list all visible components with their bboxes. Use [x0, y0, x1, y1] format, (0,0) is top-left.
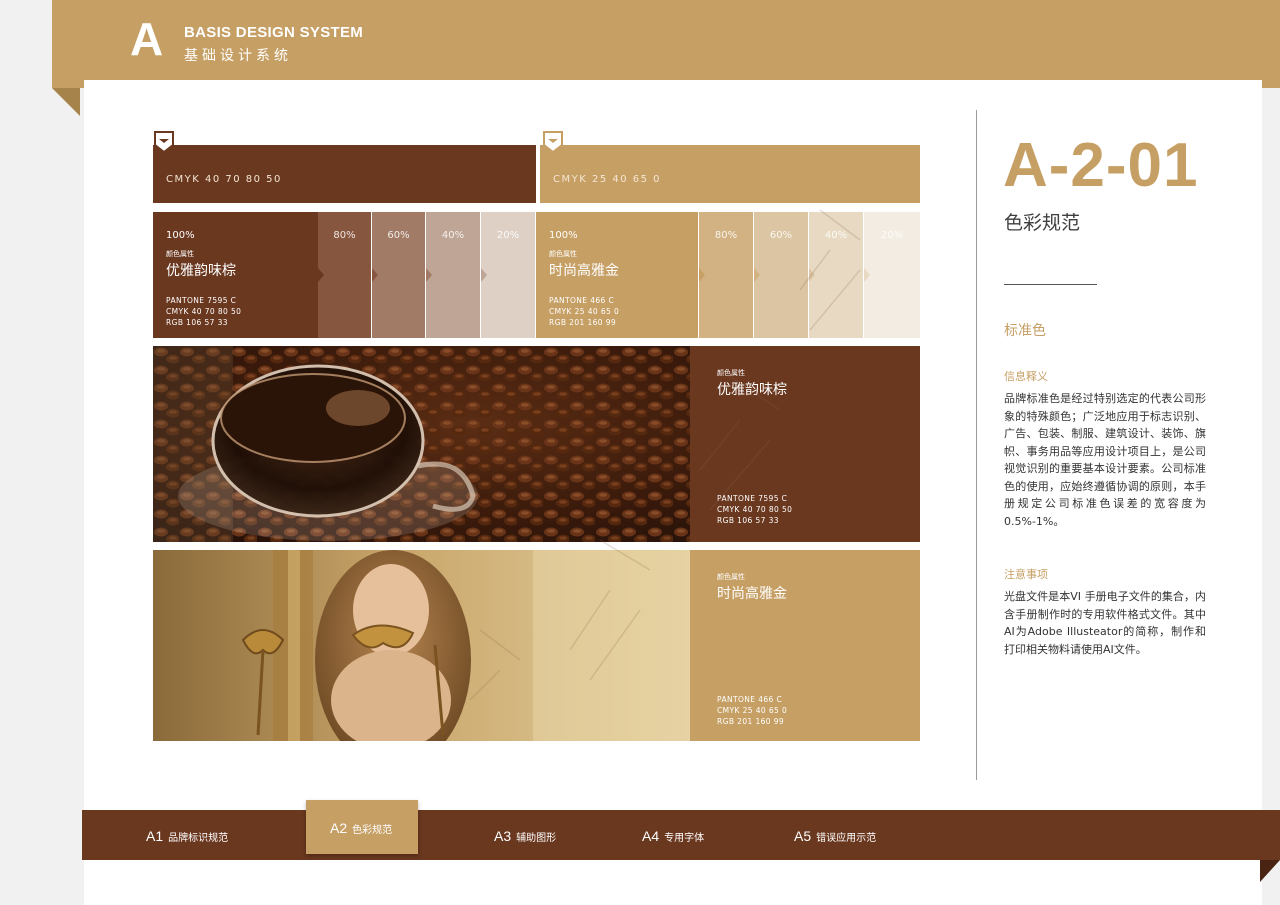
nav-item-a1-label: 品牌标识规范 [168, 833, 229, 844]
coffee-photo [153, 346, 690, 542]
nav-item-a3-num: A3 [494, 828, 512, 844]
header-fold [52, 88, 80, 116]
tint-gold-attr-label: 颜色属性 [549, 250, 577, 258]
tint-brown-notch [426, 268, 432, 282]
tint-brown-attr-label: 颜色属性 [166, 250, 194, 258]
tint-brown-40: 40% [426, 212, 480, 338]
nav-item-a5[interactable]: A5 错误应用示范 [794, 826, 876, 845]
nav-item-a4-num: A4 [642, 828, 660, 844]
coffee-photo-image [153, 346, 690, 542]
note-label: 注意事项 [1004, 568, 1048, 581]
nav-item-a5-num: A5 [794, 828, 812, 844]
tint-brown-notch [318, 268, 324, 282]
tint-brown-rgb: RGB 106 57 33 [166, 318, 228, 327]
tint-gold-80-pct: 80% [714, 230, 738, 241]
header-band [52, 0, 1280, 88]
tint-brown-notch [481, 268, 487, 282]
tint-brown-pantone: PANTONE 7595 C [166, 296, 237, 305]
coffee-attr-label: 颜色属性 [717, 369, 745, 377]
tint-brown-40-pct: 40% [441, 230, 465, 241]
tint-gold-notch [864, 268, 870, 282]
nav-item-a2-num: A2 [330, 820, 348, 836]
swatch-gold-cmyk: CMYK 25 40 65 0 [553, 174, 662, 185]
sidebar-divider [976, 110, 977, 780]
tint-gold-notch [809, 268, 815, 282]
nav-item-a2-label: 色彩规范 [352, 825, 393, 836]
tint-gold-20-pct: 20% [880, 230, 904, 241]
marker-brown-icon [154, 131, 174, 153]
tint-brown-100: 100% 颜色属性 优雅韵味棕 PANTONE 7595 C CMYK 40 7… [153, 212, 318, 338]
tint-gold-100-pct: 100% [549, 230, 578, 241]
tint-gold-pantone: PANTONE 466 C [549, 296, 615, 305]
tint-gold-20: 20% [864, 212, 920, 338]
woman-attr-label: 颜色属性 [717, 573, 745, 581]
woman-color-name: 时尚高雅金 [717, 586, 787, 602]
header-section-letter: A [130, 13, 164, 65]
tint-gold-rgb: RGB 201 160 99 [549, 318, 617, 327]
swatch-brown-cmyk: CMYK 40 70 80 50 [166, 174, 282, 185]
woman-photo [153, 550, 690, 741]
coffee-pantone: PANTONE 7595 C [717, 494, 788, 503]
nav-item-a2[interactable]: A2 色彩规范 [330, 818, 392, 837]
woman-rgb: RGB 201 160 99 [717, 717, 785, 726]
coffee-color-panel: 颜色属性 优雅韵味棕 PANTONE 7595 C CMYK 40 70 80 … [690, 346, 920, 542]
tint-brown-80-pct: 80% [333, 230, 356, 241]
nav-item-a4[interactable]: A4 专用字体 [642, 826, 704, 845]
woman-color-panel: 颜色属性 时尚高雅金 PANTONE 466 C CMYK 25 40 65 0… [690, 550, 920, 741]
nav-item-a3[interactable]: A3 辅助图形 [494, 826, 556, 845]
woman-photo-image [153, 550, 690, 741]
nav-item-a1-num: A1 [146, 828, 164, 844]
tint-brown-notch [372, 268, 378, 282]
tint-brown-100-pct: 100% [166, 230, 195, 241]
coffee-color-name: 优雅韵味棕 [717, 382, 787, 398]
swatch-gold: CMYK 25 40 65 0 [540, 145, 920, 203]
tint-gold-notch [754, 268, 760, 282]
tint-brown-60-pct: 60% [387, 230, 410, 241]
page-code: A-2-01 [1003, 131, 1199, 200]
tint-brown-80: 80% [318, 212, 371, 338]
nav-item-a1[interactable]: A1 品牌标识规范 [146, 826, 228, 845]
tint-brown-60: 60% [372, 212, 425, 338]
tint-gold-100: 100% 颜色属性 时尚高雅金 PANTONE 466 C CMYK 25 40… [536, 212, 698, 338]
coffee-rgb: RGB 106 57 33 [717, 516, 779, 525]
tint-brown-20-pct: 20% [496, 230, 520, 241]
coffee-cmyk: CMYK 40 70 80 50 [717, 505, 793, 514]
tint-gold-60-pct: 60% [769, 230, 793, 241]
tint-gold-80: 80% [699, 212, 753, 338]
woman-cmyk: CMYK 25 40 65 0 [717, 706, 788, 715]
header-title-en: BASIS DESIGN SYSTEM [184, 24, 364, 41]
nav-item-a3-label: 辅助图形 [516, 833, 557, 844]
info-text: 品牌标准色是经过特别选定的代表公司形象的特殊颜色；广泛地应用于标志识别、广告、包… [1004, 392, 1206, 528]
sidebar-rule [1004, 284, 1097, 285]
info-label: 信息释义 [1004, 370, 1048, 383]
tint-gold-cmyk: CMYK 25 40 65 0 [549, 307, 620, 316]
note-text: 光盘文件是本VI 手册电子文件的集合，内含手册制作时的专用软件格式文件。其中AI… [1004, 590, 1206, 656]
marker-gold-icon [543, 131, 563, 153]
swatch-brown: CMYK 40 70 80 50 [153, 145, 536, 203]
tint-brown-20: 20% [481, 212, 535, 338]
tint-gold-notch [699, 268, 705, 282]
header-title-cn: 基础设计系统 [184, 48, 292, 64]
tint-brown-name: 优雅韵味棕 [166, 263, 236, 279]
tint-gold-40: 40% [809, 212, 863, 338]
tint-gold-60: 60% [754, 212, 808, 338]
section-title: 标准色 [1004, 323, 1046, 339]
nav-item-a5-label: 错误应用示范 [816, 833, 877, 844]
bottom-nav-fold [1260, 860, 1280, 882]
tint-gold-name: 时尚高雅金 [549, 263, 619, 279]
tint-brown-cmyk: CMYK 40 70 80 50 [166, 307, 242, 316]
page-subtitle: 色彩规范 [1004, 212, 1081, 234]
nav-item-a4-label: 专用字体 [664, 833, 705, 844]
woman-pantone: PANTONE 466 C [717, 695, 783, 704]
tint-gold-40-pct: 40% [824, 230, 848, 241]
